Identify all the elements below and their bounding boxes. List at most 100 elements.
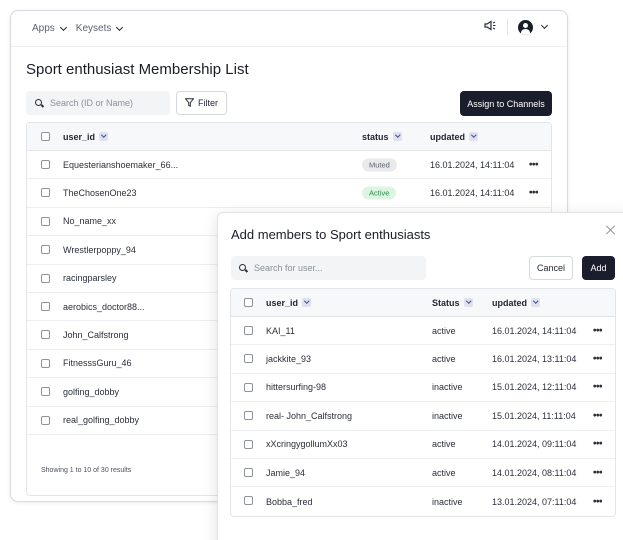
status-cell: inactive	[432, 410, 463, 421]
table-header: user_id Status updated	[231, 289, 615, 317]
table-row[interactable]: KAI_11 active 16.01.2024, 14:11:04 •••	[231, 317, 615, 346]
column-updated[interactable]: updated	[430, 131, 478, 142]
user-id-cell: Bobba_fred	[266, 496, 313, 507]
table-row[interactable]: hittersurfing-98 inactive 15.01.2024, 12…	[231, 374, 615, 403]
sort-chevron-icon[interactable]	[469, 131, 478, 141]
megaphone-icon[interactable]	[484, 20, 497, 34]
column-user-id-label: user_id	[266, 297, 299, 308]
top-bar: Apps Keysets	[11, 11, 567, 47]
updated-cell: 16.01.2024, 14:11:04	[430, 188, 515, 199]
assign-to-channels-button[interactable]: Assign to Channels	[460, 91, 552, 116]
row-checkbox[interactable]	[41, 273, 50, 283]
dialog-title: Add members to Sport enthusiasts	[231, 227, 431, 242]
user-id-cell: real- John_Calfstrong	[266, 410, 353, 421]
status-cell: active	[432, 354, 456, 365]
close-icon[interactable]	[606, 225, 616, 235]
column-status-label: status	[362, 131, 389, 142]
select-all-checkbox[interactable]	[244, 298, 253, 307]
user-id-cell: aerobics_doctor88...	[63, 301, 145, 312]
updated-cell: 14.01.2024, 09:11:04	[492, 439, 577, 450]
row-checkbox[interactable]	[41, 387, 50, 397]
more-dots-icon[interactable]: •••	[529, 188, 539, 199]
more-dots-icon[interactable]: •••	[593, 354, 603, 365]
row-checkbox[interactable]	[244, 354, 253, 364]
select-all-checkbox[interactable]	[41, 132, 50, 141]
sort-chevron-icon[interactable]	[392, 131, 402, 141]
cancel-button[interactable]: Cancel	[529, 256, 573, 280]
table-row[interactable]: Equesterianshoemaker_66... Muted 16.01.2…	[27, 151, 551, 180]
user-id-cell: Jamie_94	[266, 467, 306, 478]
sort-chevron-icon[interactable]	[99, 131, 109, 141]
row-checkbox[interactable]	[244, 411, 253, 421]
sort-chevron-icon[interactable]	[463, 297, 473, 307]
column-updated-label: updated	[492, 297, 527, 308]
apps-menu[interactable]: Apps	[32, 23, 67, 34]
status-cell: active	[432, 325, 456, 336]
table-row[interactable]: real- John_Calfstrong inactive 15.01.202…	[231, 402, 615, 431]
row-checkbox[interactable]	[244, 496, 253, 506]
status-badge: Active	[362, 186, 397, 200]
more-dots-icon[interactable]: •••	[593, 467, 603, 478]
updated-cell: 13.01.2024, 07:11:04	[492, 496, 577, 507]
member-search[interactable]	[26, 91, 170, 115]
row-checkbox[interactable]	[41, 188, 50, 198]
dialog-search-input[interactable]	[254, 263, 364, 273]
row-checkbox[interactable]	[41, 216, 50, 226]
dialog-search[interactable]	[231, 256, 426, 280]
user-id-cell: xXcringygollumXx03	[266, 439, 348, 450]
more-dots-icon[interactable]: •••	[593, 325, 603, 336]
more-dots-icon[interactable]: •••	[529, 159, 539, 170]
user-id-cell: Equesterianshoemaker_66...	[63, 159, 179, 170]
table-header: user_id status updated	[27, 123, 551, 151]
search-icon	[239, 263, 248, 273]
chevron-down-icon	[59, 23, 67, 31]
status-badge: Muted	[362, 158, 397, 172]
user-id-cell: John_Calfstrong	[63, 330, 129, 341]
status-cell: inactive	[432, 496, 463, 507]
table-row[interactable]: TheChosenOne23 Active 16.01.2024, 14:11:…	[27, 179, 551, 208]
user-menu[interactable]	[518, 19, 549, 35]
member-search-input[interactable]	[50, 98, 160, 108]
table-row[interactable]: Bobba_fred inactive 13.01.2024, 07:11:04…	[231, 487, 615, 515]
updated-cell: 15.01.2024, 12:11:04	[492, 382, 577, 393]
column-status[interactable]: status	[362, 131, 402, 142]
keysets-menu[interactable]: Keysets	[75, 23, 124, 34]
column-updated-label: updated	[430, 131, 465, 142]
users-table: user_id Status updated KAI_11 active 16.…	[230, 288, 616, 517]
user-id-cell: racingparsley	[63, 273, 117, 284]
row-checkbox[interactable]	[41, 330, 50, 340]
keysets-menu-label: Keysets	[75, 23, 112, 34]
table-row[interactable]: jackkite_93 active 16.01.2024, 13:11:04 …	[231, 345, 615, 374]
status-cell: active	[432, 467, 456, 478]
column-user-id[interactable]: user_id	[266, 297, 312, 308]
search-icon	[35, 98, 44, 108]
sort-chevron-icon[interactable]	[531, 297, 540, 307]
row-checkbox[interactable]	[244, 467, 253, 477]
row-checkbox[interactable]	[41, 245, 50, 255]
table-row[interactable]: Jamie_94 active 14.01.2024, 08:11:04 •••	[231, 459, 615, 488]
more-dots-icon[interactable]: •••	[593, 410, 603, 421]
sort-chevron-icon[interactable]	[302, 297, 312, 307]
filter-button-label: Filter	[198, 98, 218, 108]
status-cell: inactive	[432, 382, 463, 393]
user-id-cell: real_golfing_dobby	[63, 415, 140, 426]
more-dots-icon[interactable]: •••	[593, 382, 603, 393]
row-checkbox[interactable]	[41, 358, 50, 368]
row-checkbox[interactable]	[41, 301, 50, 311]
more-dots-icon[interactable]: •••	[593, 496, 603, 507]
row-checkbox[interactable]	[244, 439, 253, 449]
updated-cell: 16.01.2024, 14:11:04	[492, 325, 577, 336]
more-dots-icon[interactable]: •••	[593, 439, 603, 450]
row-checkbox[interactable]	[41, 415, 50, 425]
row-checkbox[interactable]	[41, 160, 50, 169]
table-row[interactable]: xXcringygollumXx03 active 14.01.2024, 09…	[231, 431, 615, 459]
column-updated[interactable]: updated	[492, 297, 540, 308]
column-user-id[interactable]: user_id	[63, 131, 109, 142]
column-status-label: Status	[432, 297, 460, 308]
row-checkbox[interactable]	[244, 382, 253, 392]
chevron-down-icon	[540, 21, 549, 30]
add-button[interactable]: Add	[582, 256, 615, 280]
row-checkbox[interactable]	[244, 326, 253, 335]
page-title: Sport enthusiast Membership List	[26, 61, 249, 78]
filter-button[interactable]: Filter	[176, 91, 227, 115]
